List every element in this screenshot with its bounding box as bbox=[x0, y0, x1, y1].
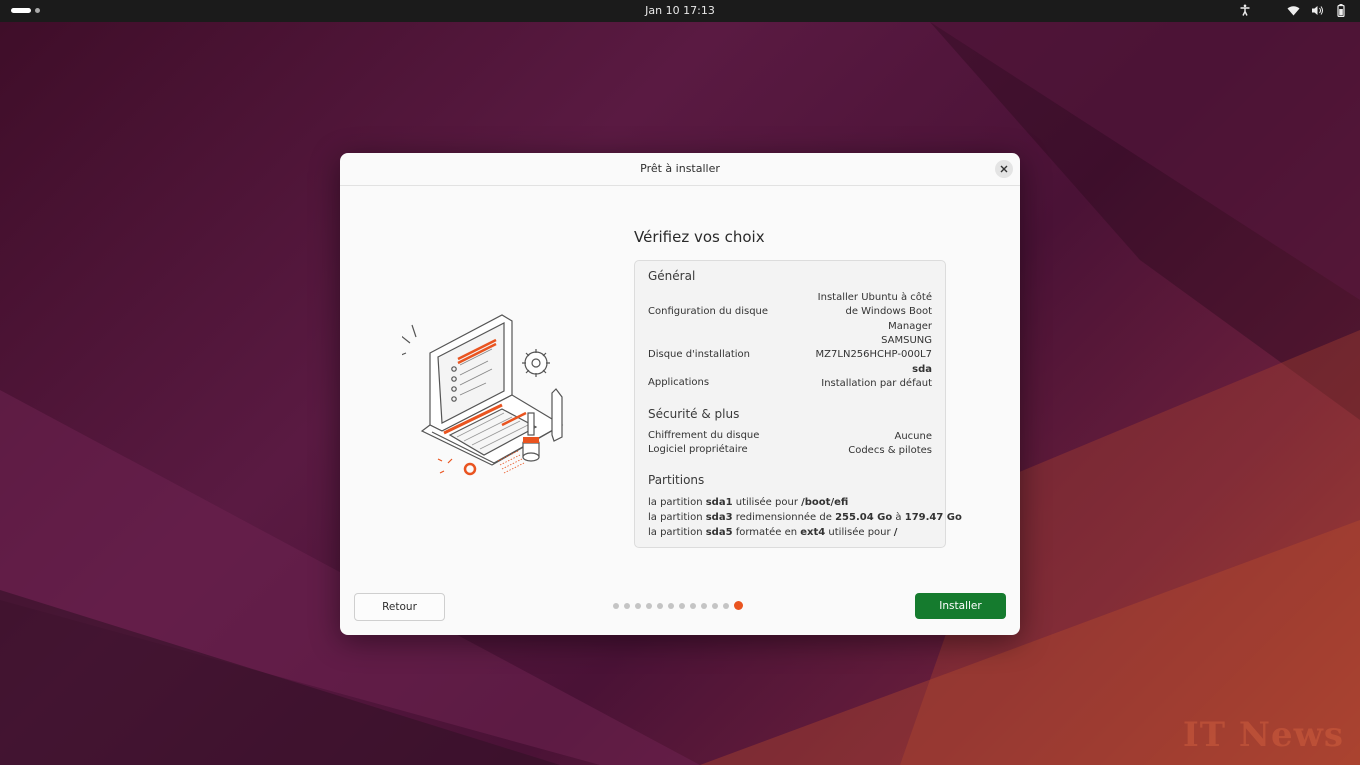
applications-value: Installation par défaut bbox=[821, 378, 932, 389]
partition-text: la partition bbox=[648, 527, 706, 538]
partition-name: sda1 bbox=[705, 497, 733, 508]
step-dot-current bbox=[734, 601, 743, 610]
partition-name: sda5 bbox=[705, 527, 733, 538]
step-dot bbox=[624, 602, 630, 609]
partition-target: 179.47 Go bbox=[904, 512, 962, 523]
disk-config-value: Installer Ubuntu à côté de Windows Boot … bbox=[818, 291, 932, 334]
section-partitions-title: Partitions bbox=[648, 473, 705, 487]
step-indicator bbox=[613, 601, 743, 610]
partition-target: /boot/efi bbox=[801, 497, 849, 508]
system-tray[interactable] bbox=[1238, 3, 1348, 17]
partition-text: à bbox=[892, 512, 905, 523]
partition-text: formatée en bbox=[732, 527, 801, 538]
step-dot bbox=[679, 602, 685, 609]
install-disk-value-line: MZ7LN256HCHP-000L7 bbox=[815, 349, 932, 361]
close-icon bbox=[1000, 165, 1008, 173]
installer-dialog: Prêt à installer Vérifiez vos choix Géné… bbox=[340, 153, 1020, 635]
partition-line: la partition sda3 redimensionnée de 255.… bbox=[648, 512, 962, 523]
step-dot bbox=[613, 602, 619, 609]
partition-text: la partition bbox=[648, 512, 706, 523]
accessibility-icon[interactable] bbox=[1238, 3, 1252, 17]
disk-config-value-line: Installer Ubuntu à côté bbox=[817, 292, 932, 303]
volume-icon[interactable] bbox=[1310, 3, 1324, 17]
section-security-title: Sécurité & plus bbox=[648, 407, 740, 421]
proprietary-value: Codecs & pilotes bbox=[848, 445, 932, 456]
encryption-value: Aucune bbox=[894, 431, 932, 442]
step-dot bbox=[635, 602, 641, 609]
partition-name: sda3 bbox=[705, 512, 733, 523]
step-dot bbox=[723, 602, 729, 609]
wifi-icon[interactable] bbox=[1286, 3, 1300, 17]
watermark-logo: IT News bbox=[1182, 715, 1344, 755]
partition-text: redimensionnée de bbox=[732, 512, 836, 523]
disk-config-value-line: de Windows Boot bbox=[845, 306, 932, 318]
laptop-tools-illustration bbox=[402, 314, 564, 476]
partition-target: / bbox=[893, 527, 898, 538]
close-button[interactable] bbox=[995, 160, 1013, 178]
partition-text: utilisée pour bbox=[732, 497, 802, 508]
install-disk-label: Disque d'installation bbox=[648, 349, 751, 360]
summary-box: Général Configuration du disque Installe… bbox=[634, 260, 962, 548]
clock[interactable]: Jan 10 17:13 bbox=[0, 4, 1360, 17]
partition-line: la partition sda5 formatée en ext4 utili… bbox=[648, 527, 897, 538]
dialog-titlebar: Prêt à installer bbox=[340, 153, 1020, 186]
top-bar: Jan 10 17:13 bbox=[0, 0, 1360, 22]
dialog-title: Prêt à installer bbox=[640, 162, 720, 175]
battery-icon[interactable] bbox=[1334, 3, 1348, 17]
step-dot bbox=[657, 602, 663, 609]
step-dot bbox=[646, 602, 652, 609]
proprietary-label: Logiciel propriétaire bbox=[648, 444, 748, 455]
step-dot bbox=[668, 602, 674, 609]
partition-target: 255.04 Go bbox=[835, 512, 893, 523]
disk-config-value-line: Manager bbox=[888, 320, 932, 332]
partition-text: la partition bbox=[648, 497, 706, 508]
partition-line: la partition sda1 utilisée pour /boot/ef… bbox=[648, 497, 848, 508]
install-disk-value-line: SAMSUNG bbox=[881, 335, 932, 346]
step-dot bbox=[712, 602, 718, 609]
install-disk-value: SAMSUNG MZ7LN256HCHP-000L7 sda bbox=[816, 334, 932, 377]
section-general-title: Général bbox=[648, 269, 696, 283]
partition-text: utilisée pour bbox=[825, 527, 894, 538]
step-dot bbox=[690, 602, 696, 609]
encryption-label: Chiffrement du disque bbox=[648, 430, 760, 441]
page-heading: Vérifiez vos choix bbox=[634, 228, 765, 246]
back-button[interactable]: Retour bbox=[354, 593, 445, 621]
step-dot bbox=[701, 602, 707, 609]
dialog-footer: Retour Installer bbox=[340, 593, 1020, 621]
applications-label: Applications bbox=[648, 377, 710, 388]
install-disk-value-line: sda bbox=[912, 363, 932, 375]
install-button[interactable]: Installer bbox=[915, 593, 1006, 619]
partition-target: ext4 bbox=[800, 527, 826, 538]
disk-config-label: Configuration du disque bbox=[648, 306, 769, 317]
